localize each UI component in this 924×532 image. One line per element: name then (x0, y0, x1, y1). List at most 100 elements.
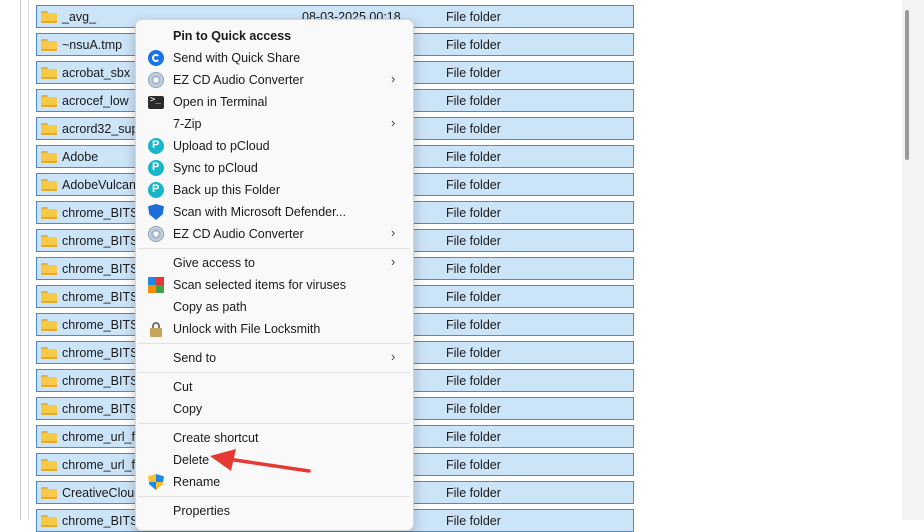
menu-item-delete[interactable]: Delete (138, 449, 410, 471)
defender-shield-icon (148, 204, 164, 220)
menu-item-backup-folder[interactable]: Back up this Folder (138, 179, 410, 201)
file-type: File folder (446, 234, 501, 248)
file-type: File folder (446, 150, 501, 164)
file-type: File folder (446, 38, 501, 52)
menu-item-label: Unlock with File Locksmith (173, 322, 321, 336)
folder-icon (41, 487, 57, 499)
context-menu: Pin to Quick access Send with Quick Shar… (135, 19, 414, 531)
folder-icon (41, 123, 57, 135)
menu-item-label: Scan with Microsoft Defender... (173, 205, 346, 219)
folder-icon (41, 95, 57, 107)
menu-item-sync-pcloud[interactable]: Sync to pCloud (138, 157, 410, 179)
folder-icon (41, 319, 57, 331)
file-type: File folder (446, 122, 501, 136)
file-type: File folder (446, 66, 501, 80)
menu-item-label: Back up this Folder (173, 183, 280, 197)
menu-item-send-to[interactable]: Send to › (138, 347, 410, 369)
menu-item-ez-cd-audio-converter[interactable]: EZ CD Audio Converter › (138, 69, 410, 91)
menu-item-label: Sync to pCloud (173, 161, 258, 175)
menu-item-open-terminal[interactable]: Open in Terminal (138, 91, 410, 113)
menu-item-unlock-locksmith[interactable]: Unlock with File Locksmith (138, 318, 410, 340)
folder-icon (41, 263, 57, 275)
pane-left-border (28, 0, 29, 520)
folder-icon (41, 515, 57, 527)
quick-share-icon (148, 50, 164, 66)
menu-item-label: EZ CD Audio Converter (173, 227, 304, 241)
file-name: Adobe (62, 150, 99, 164)
menu-item-upload-pcloud[interactable]: Upload to pCloud (138, 135, 410, 157)
menu-item-label: Send with Quick Share (173, 51, 301, 65)
folder-icon (41, 291, 57, 303)
menu-item-cut[interactable]: Cut (138, 376, 410, 398)
file-name: chrome_url_fe (62, 458, 142, 472)
file-type: File folder (446, 430, 501, 444)
menu-item-label: Delete (173, 453, 210, 467)
file-type: File folder (446, 514, 501, 528)
menu-item-label: Copy as path (173, 300, 247, 314)
menu-item-label: EZ CD Audio Converter (173, 73, 304, 87)
menu-item-label: Scan selected items for viruses (173, 278, 346, 292)
menu-item-7-zip[interactable]: 7-Zip › (138, 113, 410, 135)
menu-item-scan-defender[interactable]: Scan with Microsoft Defender... (138, 201, 410, 223)
chevron-right-icon: › (391, 115, 396, 130)
folder-icon (41, 431, 57, 443)
scrollbar-thumb[interactable] (905, 10, 909, 160)
menu-item-label: Send to (173, 351, 217, 365)
file-type: File folder (446, 486, 501, 500)
file-name: chrome_BITS_ (62, 234, 146, 248)
menu-item-copy[interactable]: Copy (138, 398, 410, 420)
antivirus-icon (148, 277, 164, 293)
menu-separator (138, 343, 410, 344)
menu-item-scan-viruses[interactable]: Scan selected items for viruses (138, 274, 410, 296)
file-type: File folder (446, 178, 501, 192)
menu-item-label: 7-Zip (173, 117, 202, 131)
menu-item-ez-cd-audio-converter-2[interactable]: EZ CD Audio Converter › (138, 223, 410, 245)
file-name: acrocef_low (62, 94, 129, 108)
chevron-right-icon: › (391, 71, 396, 86)
menu-item-copy-as-path[interactable]: Copy as path (138, 296, 410, 318)
file-type: File folder (446, 346, 501, 360)
folder-icon (41, 403, 57, 415)
uac-shield-icon (148, 474, 164, 490)
file-type: File folder (446, 318, 501, 332)
menu-item-label: Copy (173, 402, 203, 416)
cd-icon (148, 226, 164, 242)
file-name: chrome_BITS_ (62, 346, 146, 360)
menu-item-label: Open in Terminal (173, 95, 268, 109)
menu-item-send-quick-share[interactable]: Send with Quick Share (138, 47, 410, 69)
folder-icon (41, 11, 57, 23)
file-name: chrome_BITS_ (62, 318, 146, 332)
file-type: File folder (446, 458, 501, 472)
menu-separator (138, 423, 410, 424)
folder-icon (41, 179, 57, 191)
window-left-border (20, 0, 21, 520)
menu-item-properties[interactable]: Properties (138, 500, 410, 522)
file-name: chrome_BITS_ (62, 514, 146, 528)
pcloud-icon (148, 138, 164, 154)
menu-item-pin-quick-access[interactable]: Pin to Quick access (138, 25, 410, 47)
menu-item-label: Pin to Quick access (173, 29, 292, 43)
menu-item-label: Properties (173, 504, 230, 518)
file-name: acrord32_supe (62, 122, 146, 136)
menu-separator (138, 496, 410, 497)
file-type: File folder (446, 94, 501, 108)
menu-item-rename[interactable]: Rename (138, 471, 410, 493)
file-type: File folder (446, 374, 501, 388)
folder-icon (41, 459, 57, 471)
menu-item-give-access[interactable]: Give access to › (138, 252, 410, 274)
lock-icon (148, 321, 164, 337)
file-name: ~nsuA.tmp (62, 38, 123, 52)
terminal-icon (148, 95, 164, 109)
file-name: acrobat_sbx (62, 66, 131, 80)
menu-item-label: Cut (173, 380, 193, 394)
folder-icon (41, 235, 57, 247)
file-type: File folder (446, 10, 501, 24)
folder-icon (41, 375, 57, 387)
file-name: CreativeCloud (62, 486, 142, 500)
menu-item-label: Upload to pCloud (173, 139, 270, 153)
menu-item-create-shortcut[interactable]: Create shortcut (138, 427, 410, 449)
menu-separator (138, 372, 410, 373)
folder-icon (41, 207, 57, 219)
file-name: chrome_BITS_ (62, 206, 146, 220)
chevron-right-icon: › (391, 254, 396, 269)
